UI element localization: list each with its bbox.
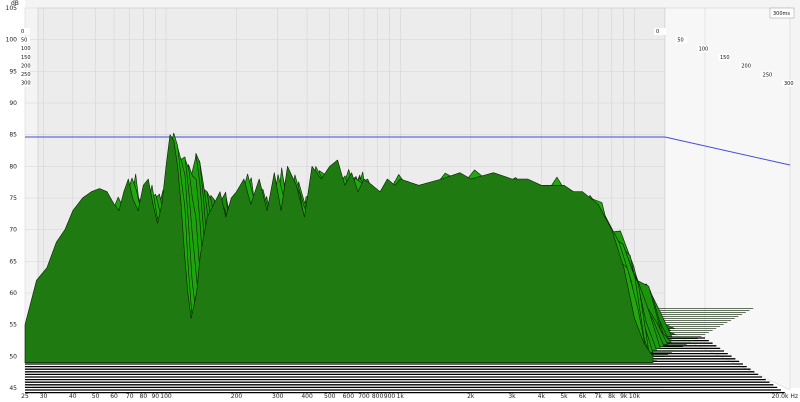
time-tick-right: 100 (699, 46, 709, 52)
y-axis-ticks: 1051009590858075706560555045 (6, 5, 18, 392)
time-tick-left: 300 (21, 81, 31, 87)
time-tick-right: 300 (784, 81, 794, 87)
y-tick-label: 100 (6, 37, 18, 44)
x-axis-ticks: 25 30 40 50 60 70 80 90 100 200 300 400 500 600 700 800… (21, 393, 798, 400)
x-tick-label: 40 (69, 393, 77, 400)
time-tick-left: 0 (21, 29, 24, 35)
time-tick-left: 100 (21, 46, 31, 52)
x-tick-label: 50 (92, 393, 100, 400)
y-tick-label: 95 (9, 68, 17, 75)
y-tick-label: 65 (9, 258, 17, 265)
x-tick-label: 6k (579, 393, 587, 400)
time-tick-right: 250 (763, 72, 773, 78)
x-tick-label: 70 (126, 393, 134, 400)
x-tick-label: 3k (508, 393, 516, 400)
time-tick-left: 150 (21, 55, 31, 61)
time-tick-left: 250 (21, 72, 31, 78)
x-tick-label: 200 (231, 393, 243, 400)
time-axis-label-box: 300ms (769, 7, 795, 19)
time-tick-left: 50 (21, 38, 27, 44)
x-tick-label: 1k (397, 393, 405, 400)
x-tick-label: 90 (151, 393, 159, 400)
x-tick-label: 500 (324, 393, 336, 400)
x-tick-label: 4k (538, 393, 546, 400)
y-axis-label: dB (11, 0, 19, 7)
y-tick-label: 75 (9, 195, 17, 202)
x-tick-label: 10k (629, 393, 641, 400)
time-axis-label: 300ms (773, 11, 790, 17)
x-tick-label: 30 (40, 393, 48, 400)
x-tick-label: 20.0k Hz (772, 393, 798, 400)
x-tick-label: 600 (343, 393, 355, 400)
x-tick-label: 9k (620, 393, 628, 400)
y-tick-label: 50 (9, 353, 17, 360)
waterfall-chart: 1051009590858075706560555045 25 30 40 50 60 7… (6, 0, 800, 400)
x-tick-label: 7k (595, 393, 603, 400)
time-tick-left: 200 (21, 63, 31, 69)
time-tick-right: 50 (677, 38, 683, 44)
time-tick-right: 0 (656, 29, 659, 35)
x-tick-label: 2k (467, 393, 475, 400)
x-tick-label: 100 (160, 393, 172, 400)
y-tick-label: 45 (9, 385, 17, 392)
y-tick-label: 70 (9, 227, 17, 234)
x-tick-label: 5k (560, 393, 568, 400)
x-tick-label: 25 (21, 393, 29, 400)
y-tick-label: 80 (9, 163, 17, 170)
x-tick-label: 8k (608, 393, 616, 400)
x-tick-label: 400 (301, 393, 313, 400)
y-tick-label: 85 (9, 132, 17, 139)
x-tick-label: 80 (140, 393, 148, 400)
y-tick-label: 90 (9, 100, 17, 107)
time-tick-right: 150 (720, 55, 730, 61)
time-tick-right: 200 (741, 64, 751, 70)
y-tick-label: 60 (9, 290, 17, 297)
x-tick-label: 700 (358, 393, 370, 400)
y-tick-label: 55 (9, 322, 17, 329)
x-tick-label: 60 (110, 393, 118, 400)
x-tick-label: 800 (372, 393, 384, 400)
x-tick-label: 300 (272, 393, 284, 400)
x-tick-label: 900 (384, 393, 396, 400)
